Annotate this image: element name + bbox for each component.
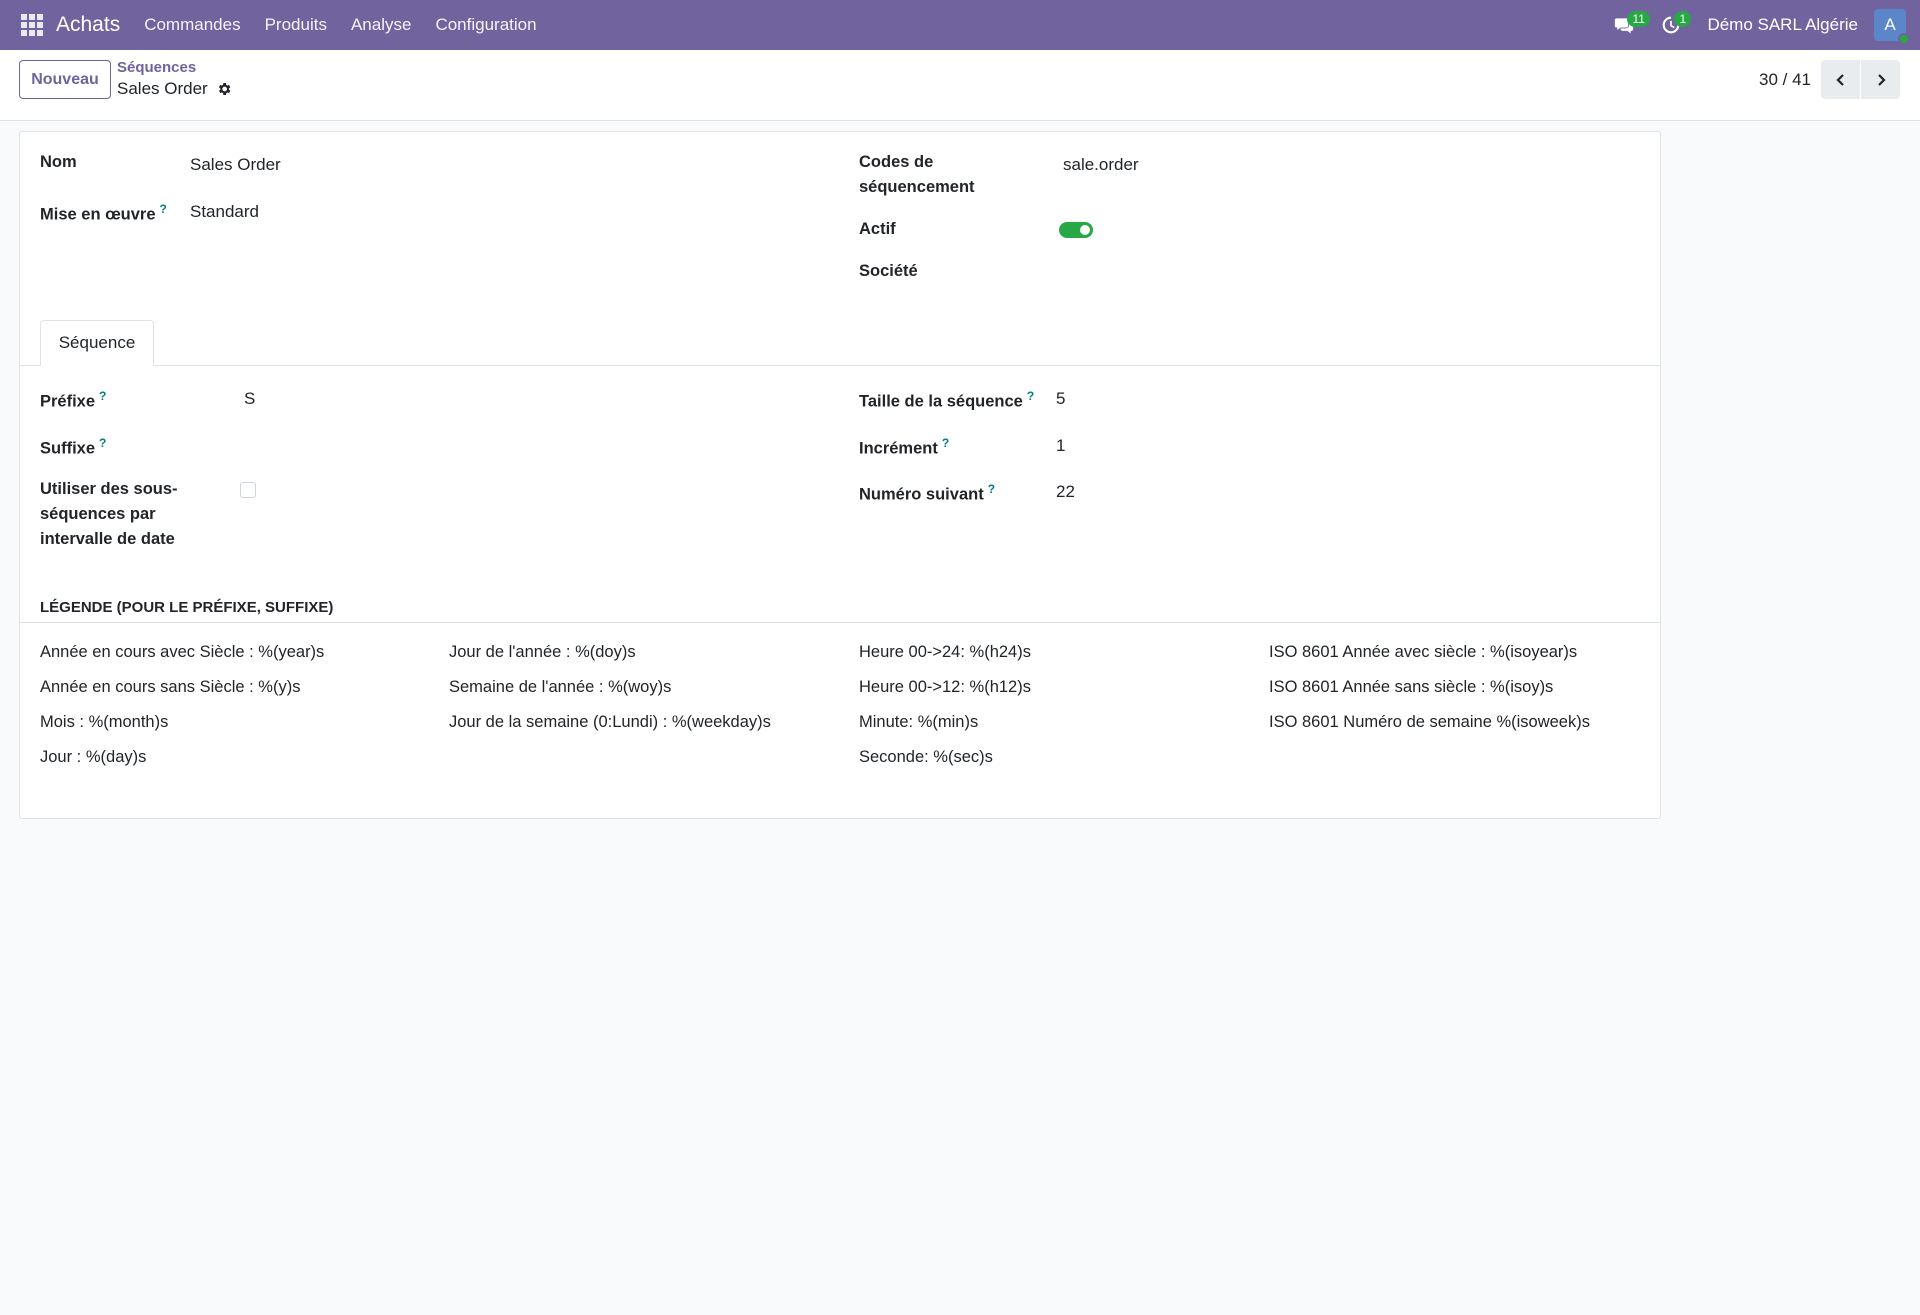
menu-analyse[interactable]: Analyse [339, 15, 423, 35]
code-label: Codes de séquencement [859, 153, 975, 196]
record-title-line: Sales Order [117, 79, 232, 99]
next-number-label: Numéro suivant? [859, 482, 996, 504]
legend-item: Année en cours avec Siècle : %(year)s [40, 643, 325, 661]
messaging-button[interactable]: 11 [1607, 5, 1650, 45]
avatar-initial: A [1884, 15, 1896, 34]
menu-produits[interactable]: Produits [253, 15, 339, 35]
active-label: Actif [859, 220, 896, 238]
company-label: Société [859, 262, 918, 280]
legend-divider [20, 622, 1660, 623]
name-label: Nom [40, 153, 77, 171]
pager-next-button[interactable] [1861, 60, 1900, 99]
systray: 11 1 Démo SARL Algérie A [1607, 0, 1920, 50]
tabs-divider [20, 365, 1660, 366]
size-label: Taille de la séquence? [859, 389, 1035, 411]
legend-item: ISO 8601 Année avec siècle : %(isoyear)s [1269, 643, 1578, 661]
suffix-help-icon[interactable]: ? [99, 436, 106, 450]
breadcrumb-sequences[interactable]: Séquences [117, 58, 232, 77]
increment-label: Incrément? [859, 436, 950, 458]
implementation-help-icon[interactable]: ? [160, 202, 167, 216]
menu-configuration[interactable]: Configuration [423, 15, 548, 35]
prefix-label: Préfixe? [40, 389, 107, 411]
subsequence-label: Utiliser des sous-séquences par interval… [40, 480, 178, 548]
record-title: Sales Order [117, 79, 208, 98]
subsequence-checkbox[interactable] [240, 482, 256, 498]
control-panel: Nouveau Séquences Sales Order 30 / 41 [0, 50, 1920, 121]
increment-help-icon[interactable]: ? [942, 436, 949, 450]
apps-grid-icon[interactable] [21, 14, 43, 36]
next-number-field[interactable]: 22 [1056, 479, 1075, 504]
active-toggle[interactable] [1059, 222, 1093, 238]
implementation-label: Mise en œuvre? [40, 202, 167, 224]
legend-item: ISO 8601 Année sans siècle : %(isoy)s [1269, 678, 1554, 696]
size-field[interactable]: 5 [1056, 386, 1065, 411]
size-help-icon[interactable]: ? [1027, 389, 1034, 403]
activities-badge: 1 [1674, 11, 1692, 27]
code-field[interactable]: sale.order [1063, 152, 1139, 177]
presence-status-icon [1898, 33, 1910, 45]
legend-item: Année en cours sans Siècle : %(y)s [40, 678, 301, 696]
app-name[interactable]: Achats [56, 13, 120, 37]
legend-item: Heure 00->24: %(h24)s [859, 643, 1031, 661]
chevron-left-icon [1835, 73, 1844, 86]
name-field[interactable]: Sales Order [190, 152, 281, 177]
legend-item: Mois : %(month)s [40, 713, 169, 731]
legend-item: Jour de la semaine (0:Lundi) : %(weekday… [449, 713, 771, 731]
prefix-help-icon[interactable]: ? [99, 389, 106, 403]
increment-field[interactable]: 1 [1056, 433, 1065, 458]
form-sheet: Nom Sales Order Mise en œuvre? Standard … [19, 131, 1661, 819]
legend-item: Seconde: %(sec)s [859, 748, 993, 766]
suffix-label: Suffixe? [40, 436, 107, 458]
legend-title: LÉGENDE (POUR LE PRÉFIXE, SUFFIXE) [40, 599, 334, 616]
legend-item: Jour de l'année : %(doy)s [449, 643, 636, 661]
legend-item: ISO 8601 Numéro de semaine %(isoweek)s [1269, 713, 1590, 731]
legend-item: Heure 00->12: %(h12)s [859, 678, 1031, 696]
new-button[interactable]: Nouveau [19, 60, 111, 99]
next-number-help-icon[interactable]: ? [988, 482, 995, 496]
implementation-field[interactable]: Standard [190, 199, 259, 224]
top-navbar: Achats Commandes Produits Analyse Config… [0, 0, 1920, 50]
company-switcher[interactable]: Démo SARL Algérie [1707, 15, 1858, 35]
pager: 30 / 41 [1759, 60, 1900, 99]
legend-item: Semaine de l'année : %(woy)s [449, 678, 672, 696]
prefix-field[interactable]: S [244, 386, 255, 411]
legend-item: Minute: %(min)s [859, 713, 979, 731]
messages-badge: 11 [1627, 11, 1650, 27]
user-avatar[interactable]: A [1874, 9, 1910, 45]
gear-icon[interactable] [216, 81, 232, 97]
breadcrumb: Séquences Sales Order [117, 58, 232, 99]
tab-sequence[interactable]: Séquence [40, 320, 154, 366]
main-menu: Commandes Produits Analyse Configuration [132, 15, 548, 35]
pager-value[interactable]: 30 / 41 [1759, 70, 1811, 90]
pager-previous-button[interactable] [1821, 60, 1860, 99]
chevron-right-icon [1877, 73, 1886, 86]
legend-item: Jour : %(day)s [40, 748, 147, 766]
menu-commandes[interactable]: Commandes [132, 15, 252, 35]
activities-button[interactable]: 1 [1654, 5, 1692, 45]
